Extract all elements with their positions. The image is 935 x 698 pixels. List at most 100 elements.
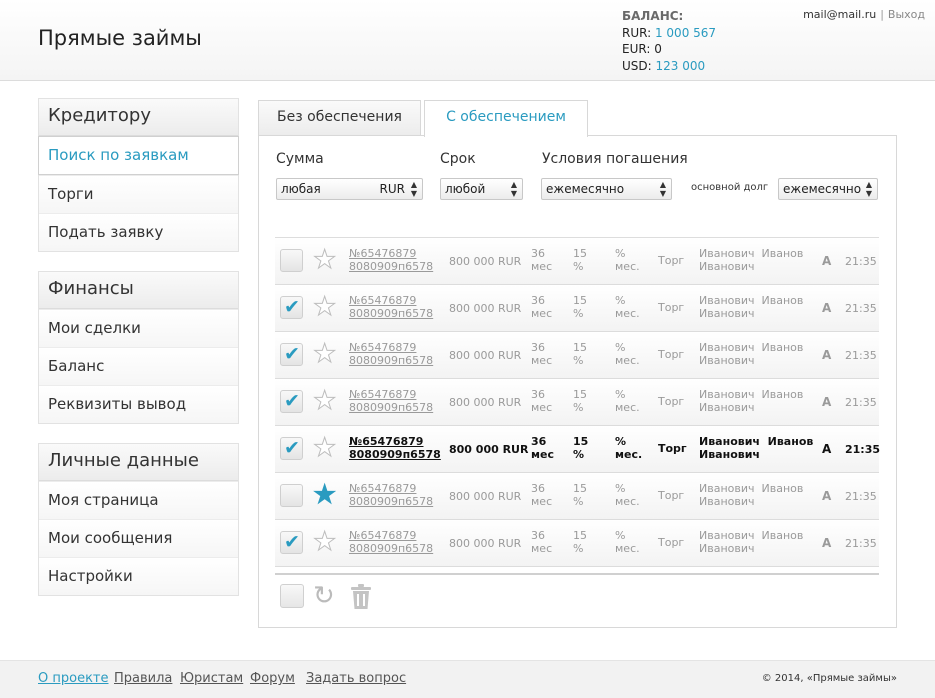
borrower-name: Иванович Иванов Иванович bbox=[699, 435, 813, 461]
request-code: 8080909п6578 bbox=[349, 542, 434, 555]
term-unit: мес bbox=[531, 448, 554, 461]
table-row[interactable]: ✔ ★ №65476879 8080909п6578 800 000 RUR 36 мес 1… bbox=[275, 426, 880, 473]
favorite-star-icon[interactable]: ★ bbox=[312, 294, 336, 321]
request-number-link[interactable]: №65476879 8080909п6578 bbox=[349, 388, 433, 414]
footer: О проекте Правила Юристам Форум Задать в… bbox=[0, 660, 935, 698]
sidebar-item-balance[interactable]: Баланс bbox=[39, 347, 238, 385]
requests-table: ★ №65476879 8080909п6578 800 000 RUR 36 мес 15… bbox=[275, 237, 880, 567]
favorite-star-icon[interactable]: ★ bbox=[312, 529, 336, 556]
sidebar-item-my-deals[interactable]: Мои сделки bbox=[39, 309, 238, 347]
term-unit: мес bbox=[531, 542, 553, 555]
row-checkbox[interactable] bbox=[280, 249, 303, 272]
table-row[interactable]: ★ №65476879 8080909п6578 800 000 RUR 36 мес 15… bbox=[275, 473, 879, 520]
table-row[interactable]: ✔ ★ №65476879 8080909п6578 800 000 RUR 36 мес 1… bbox=[275, 332, 879, 379]
row-checkbox[interactable]: ✔ bbox=[280, 390, 303, 413]
rate-period-label: мес. bbox=[615, 260, 640, 273]
sidebar-item-my-page[interactable]: Моя страница bbox=[39, 481, 238, 519]
request-number-link[interactable]: №65476879 8080909п6578 bbox=[349, 435, 441, 461]
select-arrows-icon: ▲ ▼ bbox=[659, 180, 666, 198]
principal-select[interactable]: ежемесячно ▲ ▼ bbox=[778, 178, 878, 200]
user-menu: mail@mail.ru | Выход bbox=[803, 8, 925, 21]
request-number-link[interactable]: №65476879 8080909п6578 bbox=[349, 482, 433, 508]
tab-unsecured[interactable]: Без обеспечения bbox=[258, 100, 421, 136]
request-number: №65476879 bbox=[349, 482, 417, 495]
request-code: 8080909п6578 bbox=[349, 307, 434, 320]
borrower-name: Иванович Иванов Иванович bbox=[699, 294, 803, 320]
rate: 15% bbox=[573, 294, 587, 320]
request-number: №65476879 bbox=[349, 388, 417, 401]
repayment-select[interactable]: ежемесячно ▲ ▼ bbox=[541, 178, 672, 200]
balance-rur: RUR: 1 000 567 bbox=[622, 25, 716, 42]
favorite-star-icon[interactable]: ★ bbox=[312, 247, 336, 274]
row-checkbox[interactable] bbox=[280, 484, 303, 507]
sum-select-value: любая bbox=[281, 182, 321, 196]
row-checkbox[interactable]: ✔ bbox=[280, 437, 303, 460]
request-number-link[interactable]: №65476879 8080909п6578 bbox=[349, 247, 433, 273]
amount: 800 000 RUR bbox=[449, 396, 522, 409]
sidebar-item-auctions[interactable]: Торги bbox=[39, 175, 238, 213]
rate: 15% bbox=[573, 341, 587, 367]
table-row[interactable]: ✔ ★ №65476879 8080909п6578 800 000 RUR 36 мес 1… bbox=[275, 520, 879, 567]
table-row[interactable]: ✔ ★ №65476879 8080909п6578 800 000 RUR 36 мес 1… bbox=[275, 379, 879, 426]
site-logo[interactable]: Прямые займы bbox=[38, 26, 202, 50]
favorite-star-icon[interactable]: ★ bbox=[312, 388, 336, 415]
footer-link-rules[interactable]: Правила bbox=[114, 671, 172, 686]
table-row[interactable]: ✔ ★ №65476879 8080909п6578 800 000 RUR 36 мес 1… bbox=[275, 285, 879, 332]
footer-link-ask-question[interactable]: Задать вопрос bbox=[306, 671, 406, 686]
sidebar-item-withdraw-details[interactable]: Реквизиты вывод bbox=[39, 385, 238, 423]
rate-value: 15 bbox=[573, 435, 589, 448]
tab-secured[interactable]: С обеспечением bbox=[424, 100, 588, 137]
sidebar-group-title: Личные данные bbox=[39, 444, 238, 481]
rate: 15% bbox=[573, 388, 587, 414]
borrower-name-line: Иванович Иванов bbox=[699, 388, 804, 401]
row-checkbox[interactable]: ✔ bbox=[280, 296, 303, 319]
user-email[interactable]: mail@mail.ru bbox=[803, 8, 876, 21]
rate: 15% bbox=[573, 529, 587, 555]
borrower-name-line: Иванович Иванов bbox=[699, 247, 804, 260]
rate-period-unit: % bbox=[615, 294, 626, 307]
sidebar-group-title: Финансы bbox=[39, 272, 238, 309]
header: Прямые займы БАЛАНС: RUR: 1 000 567 EUR:… bbox=[0, 0, 935, 81]
footer-link-forum[interactable]: Форум bbox=[250, 671, 295, 686]
balance-value[interactable]: 123 000 bbox=[656, 59, 706, 73]
favorite-star-icon[interactable]: ★ bbox=[312, 341, 336, 368]
term-unit: мес bbox=[531, 401, 553, 414]
trash-icon[interactable] bbox=[349, 584, 373, 610]
checkmark-icon: ✔ bbox=[284, 343, 300, 365]
balance-eur: EUR: 0 bbox=[622, 41, 716, 58]
checkmark-icon: ✔ bbox=[284, 296, 300, 318]
checkmark-icon: ✔ bbox=[284, 531, 300, 553]
select-all-checkbox[interactable] bbox=[280, 584, 304, 608]
row-checkbox[interactable]: ✔ bbox=[280, 343, 303, 366]
request-code: 8080909п6578 bbox=[349, 260, 434, 273]
term-unit: мес bbox=[531, 307, 553, 320]
request-number-link[interactable]: №65476879 8080909п6578 bbox=[349, 529, 433, 555]
checkmark-icon: ✔ bbox=[284, 390, 300, 412]
sidebar-item-settings[interactable]: Настройки bbox=[39, 557, 238, 595]
request-number-link[interactable]: №65476879 8080909п6578 bbox=[349, 341, 433, 367]
rate: 15% bbox=[573, 435, 588, 461]
sum-select[interactable]: любая RUR ▲ ▼ bbox=[276, 178, 423, 200]
term-select[interactable]: любой ▲ ▼ bbox=[440, 178, 523, 200]
favorite-star-icon[interactable]: ★ bbox=[312, 482, 336, 509]
sidebar-item-my-messages[interactable]: Мои сообщения bbox=[39, 519, 238, 557]
term-select-value: любой bbox=[445, 182, 486, 196]
sidebar-item-search-requests[interactable]: Поиск по заявкам bbox=[38, 136, 239, 175]
balance-value[interactable]: 1 000 567 bbox=[655, 26, 716, 40]
rate-period-unit: % bbox=[615, 435, 627, 448]
sidebar-item-submit-request[interactable]: Подать заявку bbox=[39, 213, 238, 251]
amount: 800 000 RUR bbox=[449, 443, 529, 456]
logout-link[interactable]: Выход bbox=[888, 8, 925, 21]
footer-link-about[interactable]: О проекте bbox=[38, 671, 109, 686]
term-value: 36 bbox=[531, 529, 545, 542]
table-row[interactable]: ★ №65476879 8080909п6578 800 000 RUR 36 мес 15… bbox=[275, 238, 879, 285]
time: 21:35 bbox=[845, 255, 877, 268]
row-checkbox[interactable]: ✔ bbox=[280, 531, 303, 554]
repayment-label: Условия погашения bbox=[542, 151, 688, 167]
request-number-link[interactable]: №65476879 8080909п6578 bbox=[349, 294, 433, 320]
footer-link-lawyers[interactable]: Юристам bbox=[180, 671, 243, 686]
rate-period: % мес. bbox=[615, 482, 640, 508]
copyright: © 2014, «Прямые займы» bbox=[761, 673, 897, 684]
refresh-icon[interactable]: ↻ bbox=[313, 583, 335, 609]
favorite-star-icon[interactable]: ★ bbox=[312, 435, 336, 462]
